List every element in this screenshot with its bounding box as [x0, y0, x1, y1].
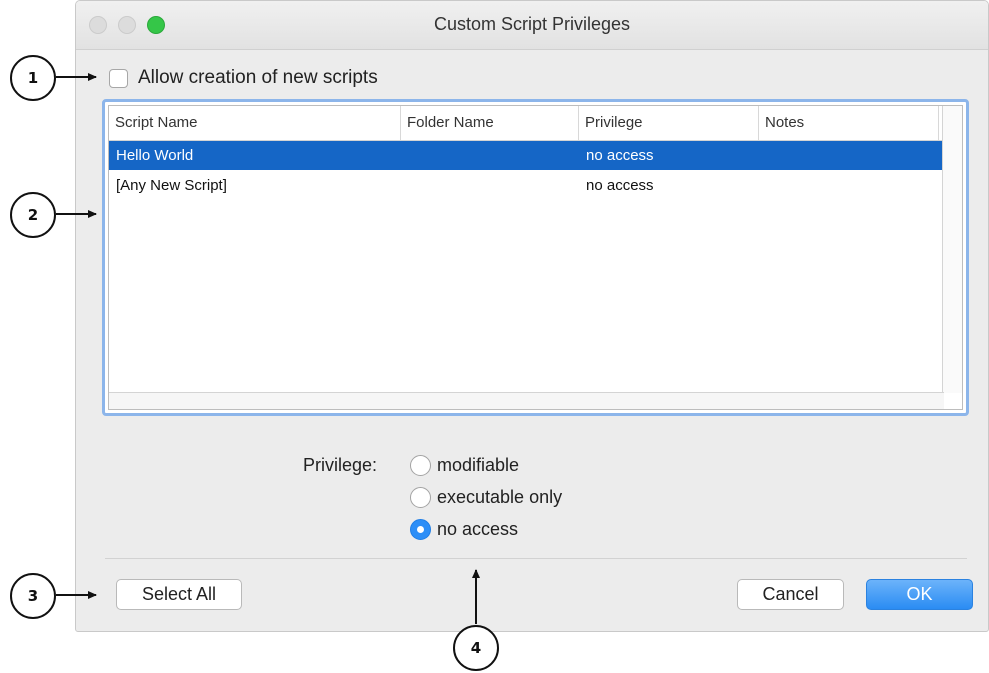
callout-3: 3	[10, 573, 56, 619]
callout-2: 2	[10, 192, 56, 238]
callout-4: 4	[453, 625, 499, 671]
callout-arrows	[56, 73, 480, 624]
callout-1: 1	[10, 55, 56, 101]
